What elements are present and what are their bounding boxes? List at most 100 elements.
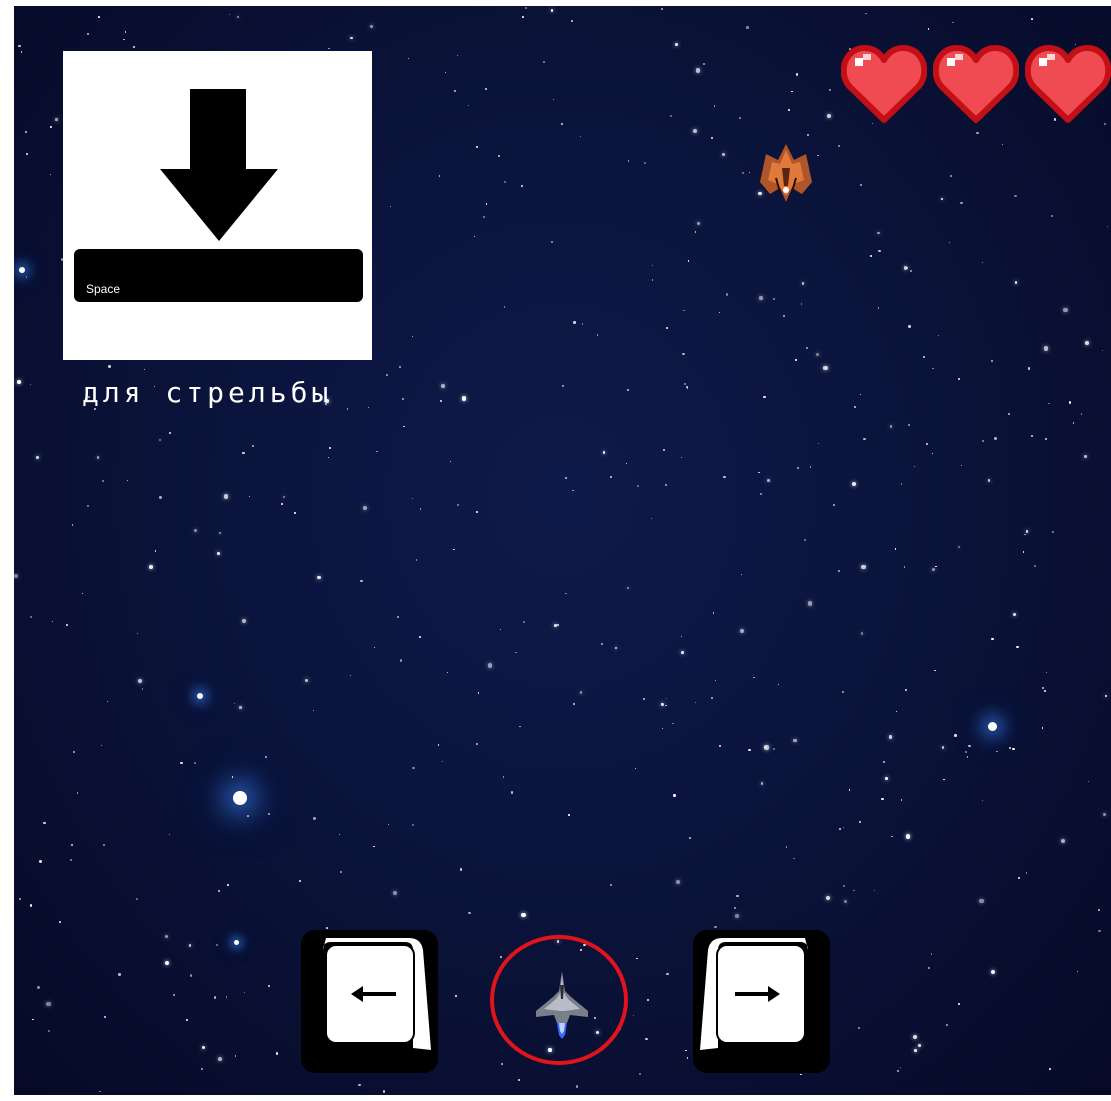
star [860,183,863,186]
star [917,1043,921,1047]
star [638,1072,641,1076]
star [990,970,996,975]
star [967,756,969,758]
game-canvas[interactable]: Space для стрельбы [14,6,1111,1095]
star [843,884,846,887]
player-ship-icon[interactable] [534,969,590,1039]
star [665,327,668,330]
star [614,646,618,650]
star [636,957,638,960]
star [325,926,328,929]
star [801,282,805,285]
star [736,894,739,897]
star [76,792,78,794]
star [817,155,819,157]
star [376,450,378,453]
star [877,307,880,309]
star [99,1090,101,1093]
star [881,797,884,801]
star [438,174,441,177]
star [442,761,444,763]
star [601,642,604,645]
star [327,456,330,459]
star [87,33,89,35]
bright-star [233,939,239,945]
star [460,868,463,871]
star [280,502,283,506]
star [573,321,576,324]
star [907,423,910,427]
star [833,504,836,507]
star [782,314,785,317]
enemy-ship-icon[interactable] [758,142,814,204]
star [482,215,485,218]
star [903,266,908,270]
star [634,767,637,769]
star [403,425,406,428]
star [502,776,505,778]
star [894,547,897,550]
star [143,369,146,371]
star [298,880,301,882]
star [248,496,250,498]
star [651,279,653,281]
star [1068,401,1072,404]
star [669,115,672,118]
bright-star [987,721,997,731]
star [687,259,690,262]
star [1031,435,1034,437]
star [350,36,353,40]
star [543,60,546,64]
star [445,72,447,74]
star [852,481,857,486]
star [664,483,668,487]
star [340,871,343,874]
star [693,129,698,134]
star [842,691,844,693]
star [188,943,192,947]
star [123,38,125,40]
star [14,574,19,579]
star [521,912,526,917]
star [1051,215,1054,218]
star [313,817,316,820]
star [1016,645,1019,649]
star [474,236,476,238]
star [837,145,840,148]
star [216,552,221,556]
star [957,378,960,381]
left-arrow-key[interactable] [301,930,438,1073]
star [718,744,721,747]
star [102,480,105,483]
star [58,921,61,923]
star [950,174,953,177]
star [817,442,819,444]
star [49,126,52,128]
star [525,7,528,10]
star [650,518,652,520]
star [809,466,812,468]
star [940,197,944,201]
star [760,781,764,785]
star [842,826,844,829]
right-arrow-key-icon [693,930,830,1073]
lives-display [841,42,1111,124]
star [367,406,370,409]
star [29,904,32,907]
space-key-label: Space [86,282,121,296]
star [925,443,928,446]
star [1102,812,1107,817]
star [154,549,157,552]
star [644,161,647,164]
star [48,1030,51,1033]
star [1041,686,1045,690]
star [927,28,929,30]
star [383,1090,386,1093]
star [1106,225,1109,228]
star [51,620,53,622]
star [18,44,21,48]
right-arrow-key[interactable] [693,930,830,1073]
star [626,388,630,392]
star [858,1026,861,1030]
star [889,425,893,429]
